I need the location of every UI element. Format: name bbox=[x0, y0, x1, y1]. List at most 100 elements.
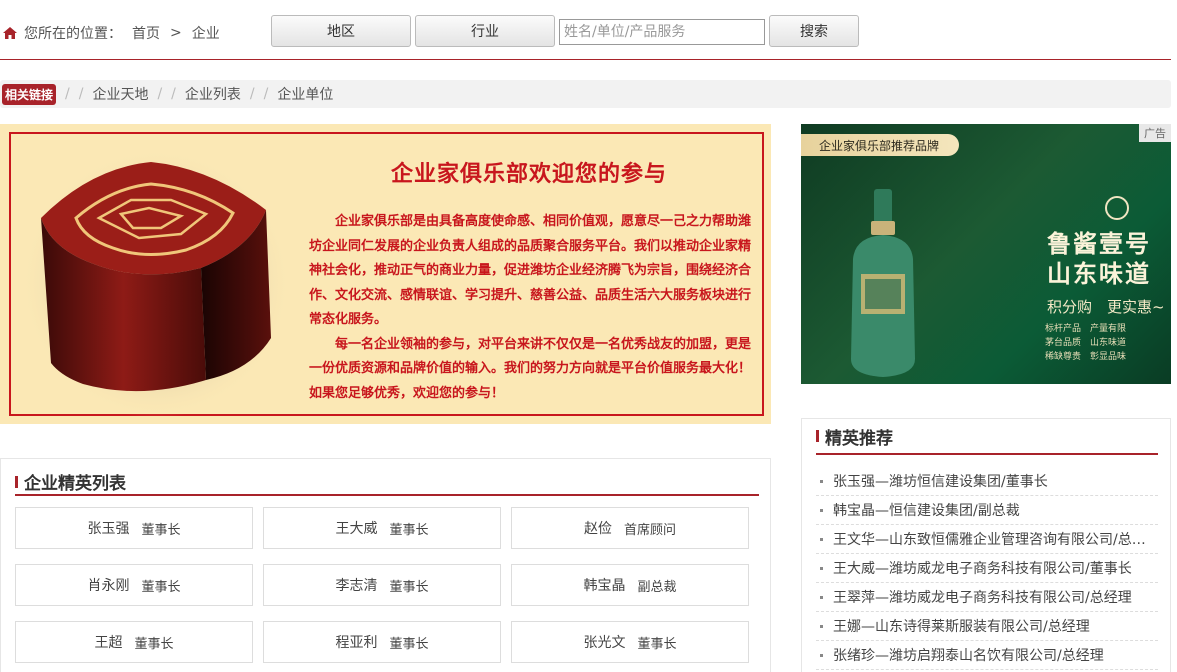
elite-card[interactable]: 韩宝晶 副总裁 bbox=[511, 564, 749, 606]
ad-ribbon: 企业家俱乐部推荐品牌 bbox=[801, 134, 960, 156]
recommend-header: 精英推荐 bbox=[816, 419, 1158, 455]
bullet-icon bbox=[820, 624, 823, 628]
recommend-item-text: 王大威—潍坊威龙电子商务科技有限公司/董事长 bbox=[833, 561, 1132, 577]
elite-card[interactable]: 李志清 董事长 bbox=[263, 564, 501, 606]
crumb-divider: / bbox=[249, 86, 255, 102]
home-link[interactable]: 首页 bbox=[132, 23, 160, 43]
elite-list-title: 企业精英列表 bbox=[24, 474, 126, 494]
recommend-item-text: 张绪珍—潍坊启翔泰山名饮有限公司/总经理 bbox=[833, 648, 1104, 664]
recommend-item[interactable]: 张玉强—潍坊恒信建设集团/董事长 bbox=[816, 467, 1158, 496]
elite-name: 张玉强 bbox=[87, 521, 130, 537]
ad-slogan: 积分购 更实惠~ bbox=[1047, 298, 1165, 316]
elite-name: 王超 bbox=[94, 635, 123, 651]
bullet-icon bbox=[820, 653, 823, 657]
liquor-bottle-image bbox=[851, 189, 915, 377]
region-button[interactable]: 地区 bbox=[271, 15, 411, 47]
bullet-icon bbox=[820, 479, 823, 483]
elite-title: 董事长 bbox=[389, 579, 429, 595]
elite-title: 董事长 bbox=[637, 636, 677, 652]
ad-brand-name: 鲁酱壹号 山东味道 bbox=[1047, 229, 1151, 289]
ad-feature: 标杆产品 产量有限 bbox=[1045, 324, 1127, 334]
bullet-icon bbox=[820, 595, 823, 599]
recommend-title: 精英推荐 bbox=[825, 428, 893, 449]
banner-paragraph: 每一名企业领袖的参与，对平台来讲不仅仅是一名优秀战友的加盟，更是一份优质资源和品… bbox=[309, 336, 752, 401]
elite-grid: 张玉强 董事长 王大威 董事长 赵俭 首席顾问 肖永刚 董事长 李志清 董事长 韩宝晶 副总… bbox=[15, 507, 749, 663]
crumb-divider: / bbox=[263, 86, 269, 102]
section-marker bbox=[816, 430, 819, 442]
recommend-item[interactable]: 王娜—山东诗得莱斯服装有限公司/总经理 bbox=[816, 612, 1158, 641]
location-label: 您所在的位置： bbox=[24, 26, 122, 42]
banner-paragraph: 企业家俱乐部是由具备高度使命感、相同价值观，愿意尽一己之力帮助潍坊企业同仁发展的… bbox=[309, 214, 752, 327]
crumb-divider: / bbox=[78, 86, 84, 102]
brand-logo-icon bbox=[1105, 196, 1129, 220]
current-location: 企业 bbox=[191, 26, 220, 42]
bullet-icon bbox=[820, 566, 823, 570]
search-input[interactable] bbox=[559, 19, 765, 45]
bullet-icon bbox=[820, 537, 823, 541]
elite-title: 副总裁 bbox=[637, 579, 677, 595]
crumb-divider: / bbox=[65, 86, 70, 102]
elite-title: 董事长 bbox=[141, 579, 181, 595]
elite-name: 张光文 bbox=[583, 635, 626, 651]
elite-card[interactable]: 张玉强 董事长 bbox=[15, 507, 253, 549]
elite-title: 董事长 bbox=[389, 636, 429, 652]
elite-list-panel: 企业精英列表 张玉强 董事长 王大威 董事长 赵俭 首席顾问 肖永刚 董事长 李志清 董事… bbox=[0, 458, 771, 672]
club-welcome-banner: 企业家俱乐部欢迎您的参与 企业家俱乐部是由具备高度使命感、相同价值观，愿意尽一己… bbox=[0, 124, 771, 424]
crumb-divider: / bbox=[157, 86, 163, 102]
banner-title: 企业家俱乐部欢迎您的参与 bbox=[390, 162, 667, 187]
elite-name: 程亚利 bbox=[335, 635, 378, 651]
elite-title: 董事长 bbox=[134, 636, 174, 652]
search-button[interactable]: 搜索 bbox=[769, 15, 859, 47]
elite-recommend-panel: 精英推荐 张玉强—潍坊恒信建设集团/董事长 韩宝晶—恒信建设集团/副总裁 王文华… bbox=[801, 418, 1171, 672]
recommend-item[interactable]: 韩宝晶—恒信建设集团/副总裁 bbox=[816, 496, 1158, 525]
elite-name: 肖永刚 bbox=[87, 578, 130, 594]
ad-feature: 稀缺尊贵 彰显品味 bbox=[1045, 352, 1127, 362]
elite-list-header: 企业精英列表 bbox=[15, 469, 759, 496]
elite-name: 李志清 bbox=[335, 578, 378, 594]
bullet-icon bbox=[820, 508, 823, 512]
ad-label: 广告 bbox=[1139, 124, 1171, 142]
recommend-item-text: 韩宝晶—恒信建设集团/副总裁 bbox=[833, 503, 1020, 519]
elite-name: 王大威 bbox=[335, 521, 378, 537]
top-bar: 您所在的位置： 首页 > 企业 地区 行业 搜索 bbox=[0, 0, 1171, 60]
section-marker bbox=[15, 475, 18, 488]
recommend-item-text: 王娜—山东诗得莱斯服装有限公司/总经理 bbox=[833, 619, 1090, 635]
elite-name: 韩宝晶 bbox=[583, 578, 626, 594]
recommend-item-text: 王翠萍—潍坊威龙电子商务科技有限公司/总经理 bbox=[833, 590, 1132, 606]
elite-card[interactable]: 赵俭 首席顾问 bbox=[511, 507, 749, 549]
ad-brand-line: 鲁酱壹号 bbox=[1047, 229, 1151, 258]
recommended-brand-ad[interactable]: 广告 企业家俱乐部推荐品牌 鲁酱壹号 山东味道 积分购 更实惠~ 标杆产品 产量… bbox=[801, 124, 1171, 384]
related-links-tag: 相关链接 bbox=[2, 83, 57, 105]
elite-card[interactable]: 王大威 董事长 bbox=[263, 507, 501, 549]
home-icon[interactable] bbox=[2, 26, 18, 40]
elite-title: 董事长 bbox=[389, 522, 429, 538]
location-bar: 您所在的位置： 首页 > 企业 bbox=[2, 23, 220, 43]
ad-brand-line: 山东味道 bbox=[1047, 259, 1151, 288]
recommend-item[interactable]: 王翠萍—潍坊威龙电子商务科技有限公司/总经理 bbox=[816, 583, 1158, 612]
elite-name: 赵俭 bbox=[583, 521, 612, 537]
recommend-item[interactable]: 张绪珍—潍坊启翔泰山名饮有限公司/总经理 bbox=[816, 641, 1158, 670]
elite-title: 董事长 bbox=[141, 522, 181, 538]
elite-title: 首席顾问 bbox=[623, 522, 676, 538]
crumb-link-enterprise-list[interactable]: 企业列表 bbox=[185, 84, 241, 104]
crumb-link-enterprise-world[interactable]: 企业天地 bbox=[92, 84, 148, 104]
chinese-seal-image bbox=[21, 148, 291, 418]
recommend-item-text: 张玉强—潍坊恒信建设集团/董事长 bbox=[833, 474, 1048, 490]
elite-card[interactable]: 程亚利 董事长 bbox=[263, 621, 501, 663]
ad-features: 标杆产品 产量有限 茅台品质 山东味道 稀缺尊贵 彰显品味 bbox=[1045, 322, 1126, 364]
recommend-list: 张玉强—潍坊恒信建设集团/董事长 韩宝晶—恒信建设集团/副总裁 王文华—山东致恒… bbox=[816, 467, 1158, 670]
ad-feature: 茅台品质 山东味道 bbox=[1045, 338, 1127, 348]
banner-frame: 企业家俱乐部欢迎您的参与 企业家俱乐部是由具备高度使命感、相同价值观，愿意尽一己… bbox=[9, 132, 764, 418]
elite-card[interactable]: 肖永刚 董事长 bbox=[15, 564, 253, 606]
recommend-item-text: 王文华—山东致恒儒雅企业管理咨询有限公司/总经理 bbox=[833, 532, 1149, 548]
elite-card[interactable]: 王超 董事长 bbox=[15, 621, 253, 663]
related-links-bar: 相关链接 / / 企业天地 / / 企业列表 / / 企业单位 bbox=[0, 80, 1171, 108]
crumb-link-enterprise-unit[interactable]: 企业单位 bbox=[277, 84, 333, 104]
banner-description: 企业家俱乐部是由具备高度使命感、相同价值观，愿意尽一己之力帮助潍坊企业同仁发展的… bbox=[309, 210, 754, 406]
recommend-item[interactable]: 王大威—潍坊威龙电子商务科技有限公司/董事长 bbox=[816, 554, 1158, 583]
recommend-item[interactable]: 王文华—山东致恒儒雅企业管理咨询有限公司/总经理 bbox=[816, 525, 1158, 554]
crumb-divider: / bbox=[171, 86, 176, 102]
elite-card[interactable]: 张光文 董事长 bbox=[511, 621, 749, 663]
industry-button[interactable]: 行业 bbox=[415, 15, 555, 47]
breadcrumb-separator: > bbox=[170, 25, 182, 41]
